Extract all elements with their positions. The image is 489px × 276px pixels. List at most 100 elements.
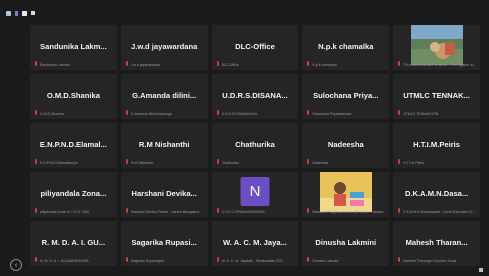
muted-mic-icon: [125, 159, 128, 164]
participant-tile[interactable]: N C.V.D.C.PRABHASHWARA: [211, 172, 299, 217]
participant-name: G.Amanda dilini...: [132, 91, 197, 100]
participant-label: G.Amanda dilini kulatunga: [130, 112, 172, 116]
muted-mic-icon: [35, 257, 37, 262]
participant-tile[interactable]: piliyandala Zona... piliyandala Zonal & C…: [30, 172, 117, 217]
muted-mic-icon: [216, 257, 219, 262]
muted-mic-icon: [398, 257, 401, 262]
participant-tile[interactable]: H.T.I.M.Peiris H.T.I.M.Peiris: [393, 123, 480, 168]
participant-tile[interactable]: D.K.A.M.N.Dasa... D.K.A.M.N.Dasanayaka - …: [393, 172, 480, 217]
participant-label: C.V.D.C.PRABHASHWARA: [221, 210, 265, 214]
participant-name: J.w.d jayawardana: [130, 42, 198, 51]
participant-name: W. A. C. M. Jaya...: [223, 238, 287, 247]
participant-name: N.p.k chamalka: [318, 42, 374, 51]
muted-mic-icon: [398, 61, 401, 66]
participant-label: W. A. C. M. Jayalath - Ethalawatta ZEO: [221, 259, 283, 263]
participant-tile[interactable]: R.M Nishanthi R.M Nishanthi: [120, 123, 208, 168]
participant-label: E.N.P.N.D.Elamaldeniya: [40, 161, 78, 165]
muted-mic-icon: [307, 110, 310, 115]
participant-name: E.N.P.N.D.Elamal...: [39, 140, 107, 149]
muted-mic-icon: [398, 110, 401, 115]
participant-label: piliyandala Zonal & C.S.O / 554: [40, 210, 89, 214]
muted-mic-icon: [125, 208, 128, 213]
participant-name: Dinusha Lakmini: [315, 238, 377, 247]
participant-name: U.D.R.S.DISANA...: [222, 91, 288, 100]
participant-tile[interactable]: N.p.k chamalka N.p.k chamalka: [302, 25, 390, 70]
participant-label: H.T.I.M.Peiris: [403, 161, 424, 165]
participant-name: R. M. D. A. I. GU...: [41, 238, 106, 247]
participant-label: Sandunika Lakmali: [40, 63, 70, 67]
participant-tile[interactable]: DLC-Office DLC-Office: [211, 25, 299, 70]
muted-mic-icon: [307, 61, 310, 66]
participant-tile[interactable]: J.w.d jayawardana J.w.d jayawardana: [120, 25, 208, 70]
participant-name: Mahesh Tharan...: [405, 238, 468, 247]
page-indicator-icon: [479, 268, 483, 272]
signal-icon[interactable]: [15, 10, 18, 16]
participant-tile[interactable]: Harshani Devika... Harshani Devika Perera…: [120, 172, 208, 217]
participant-tile[interactable]: Chathurika Chathurika: [211, 123, 299, 168]
muted-mic-icon: [307, 208, 310, 213]
participant-label: J.w.d jayawardana: [130, 63, 160, 67]
muted-mic-icon: [307, 159, 310, 164]
participant-name: Sagarika Rupasi...: [131, 238, 197, 247]
muted-mic-icon: [125, 61, 128, 66]
chevron-left-icon: ‹: [14, 261, 18, 269]
muted-mic-icon: [307, 257, 310, 262]
participant-label: Chathurika: [221, 161, 239, 165]
participant-tile[interactable]: Sandunika Lakm... Sandunika Lakmali: [30, 25, 117, 70]
participant-tile[interactable]: R. M. D. A. I. GU... R. M. D. A. I. GUNAW…: [30, 221, 117, 266]
participant-name: UTMLC TENNAK...: [403, 91, 470, 100]
participant-label: Sagarika Rupasinghe: [130, 259, 165, 263]
fullscreen-icon[interactable]: [31, 11, 35, 15]
participant-label: Harshani Devika Perera - Jaela Kaluragam…: [130, 210, 200, 214]
participant-label: Nadeesha: [312, 161, 329, 165]
muted-mic-icon: [35, 159, 37, 164]
participant-name: Sulochana Priya...: [313, 91, 379, 100]
participant-label: Sulochana Priyadarshani: [312, 112, 352, 116]
participant-tile[interactable]: E.N.P.N.D.Elamal... E.N.P.N.D.Elamaldeniy…: [30, 123, 117, 168]
participant-label: O.M.D.Shanika: [40, 112, 64, 116]
avatar: N: [240, 177, 270, 206]
participant-gallery: Sandunika Lakm... Sandunika Lakmali J.w.d …: [30, 25, 480, 266]
participant-tile[interactable]: Dinusha Lakmini Dinusha Lakmini: [302, 221, 390, 266]
participant-name: Sandunika Lakm...: [40, 42, 107, 51]
muted-mic-icon: [216, 159, 219, 164]
participant-tile[interactable]: Bhanuka Poljayawardhana (Bhanu) / Suthan…: [302, 172, 390, 217]
participant-tile[interactable]: Mahesh Tharan... Mahesh Tharanga Colombo …: [393, 221, 480, 266]
participant-label: Mahesh Tharanga Colombo Zonal: [403, 259, 457, 263]
participant-tile[interactable]: Nadeesha Nadeesha: [302, 123, 390, 168]
profile-photo: [410, 25, 463, 65]
meeting-toolbar: [0, 0, 489, 26]
participant-tile[interactable]: Sulochana Priya... Sulochana Priyadarshan…: [302, 74, 390, 119]
participant-name: Chathurika: [235, 140, 275, 149]
muted-mic-icon: [35, 208, 37, 213]
view-icon[interactable]: [22, 10, 27, 16]
participant-label: U.D.R.S.DISANAYAKA: [221, 112, 258, 116]
participant-tile[interactable]: W. A. C. M. Jaya... W. A. C. M. Jayalath …: [211, 221, 299, 266]
participant-label: R.M Nishanthi: [130, 161, 153, 165]
participant-label: T.H.madhushanka Fernando - Hiru Ngame w.…: [403, 63, 476, 67]
muted-mic-icon: [216, 110, 219, 115]
participant-label: Dinusha Lakmini: [312, 259, 339, 263]
participant-label: UTMLC TENNAKOON: [403, 112, 439, 116]
participant-name: Nadeesha: [327, 140, 364, 149]
participant-tile[interactable]: G.Amanda dilini... G.Amanda dilini kulatu…: [120, 74, 208, 119]
previous-page-button[interactable]: ‹: [10, 259, 22, 271]
muted-mic-icon: [125, 110, 128, 115]
participant-tile[interactable]: Sagarika Rupasi... Sagarika Rupasinghe: [120, 221, 208, 266]
participant-name: R.M Nishanthi: [138, 140, 190, 149]
participant-tile[interactable]: O.M.D.Shanika O.M.D.Shanika: [30, 74, 117, 119]
muted-mic-icon: [125, 257, 128, 262]
status-icon[interactable]: [6, 10, 11, 16]
muted-mic-icon: [35, 110, 37, 115]
participant-label: Bhanuka Poljayawardhana (Bhanu) / Suthan…: [312, 210, 384, 214]
participant-tile[interactable]: U.D.R.S.DISANA... U.D.R.S.DISANAYAKA: [211, 74, 299, 119]
participant-label: N.p.k chamalka: [312, 63, 337, 67]
participant-name: piliyandala Zona...: [40, 189, 107, 198]
muted-mic-icon: [398, 159, 401, 164]
profile-photo: [319, 172, 372, 212]
participant-tile[interactable]: UTMLC TENNAK... UTMLC TENNAKOON: [393, 74, 480, 119]
muted-mic-icon: [398, 208, 401, 213]
participant-label: R. M. D. A. I. GUNAWARDANA: [40, 259, 89, 263]
participant-tile[interactable]: T.H.madhushanka Fernando - Hiru Ngame w.…: [393, 25, 480, 70]
participant-name: H.T.I.M.Peiris: [413, 140, 461, 149]
